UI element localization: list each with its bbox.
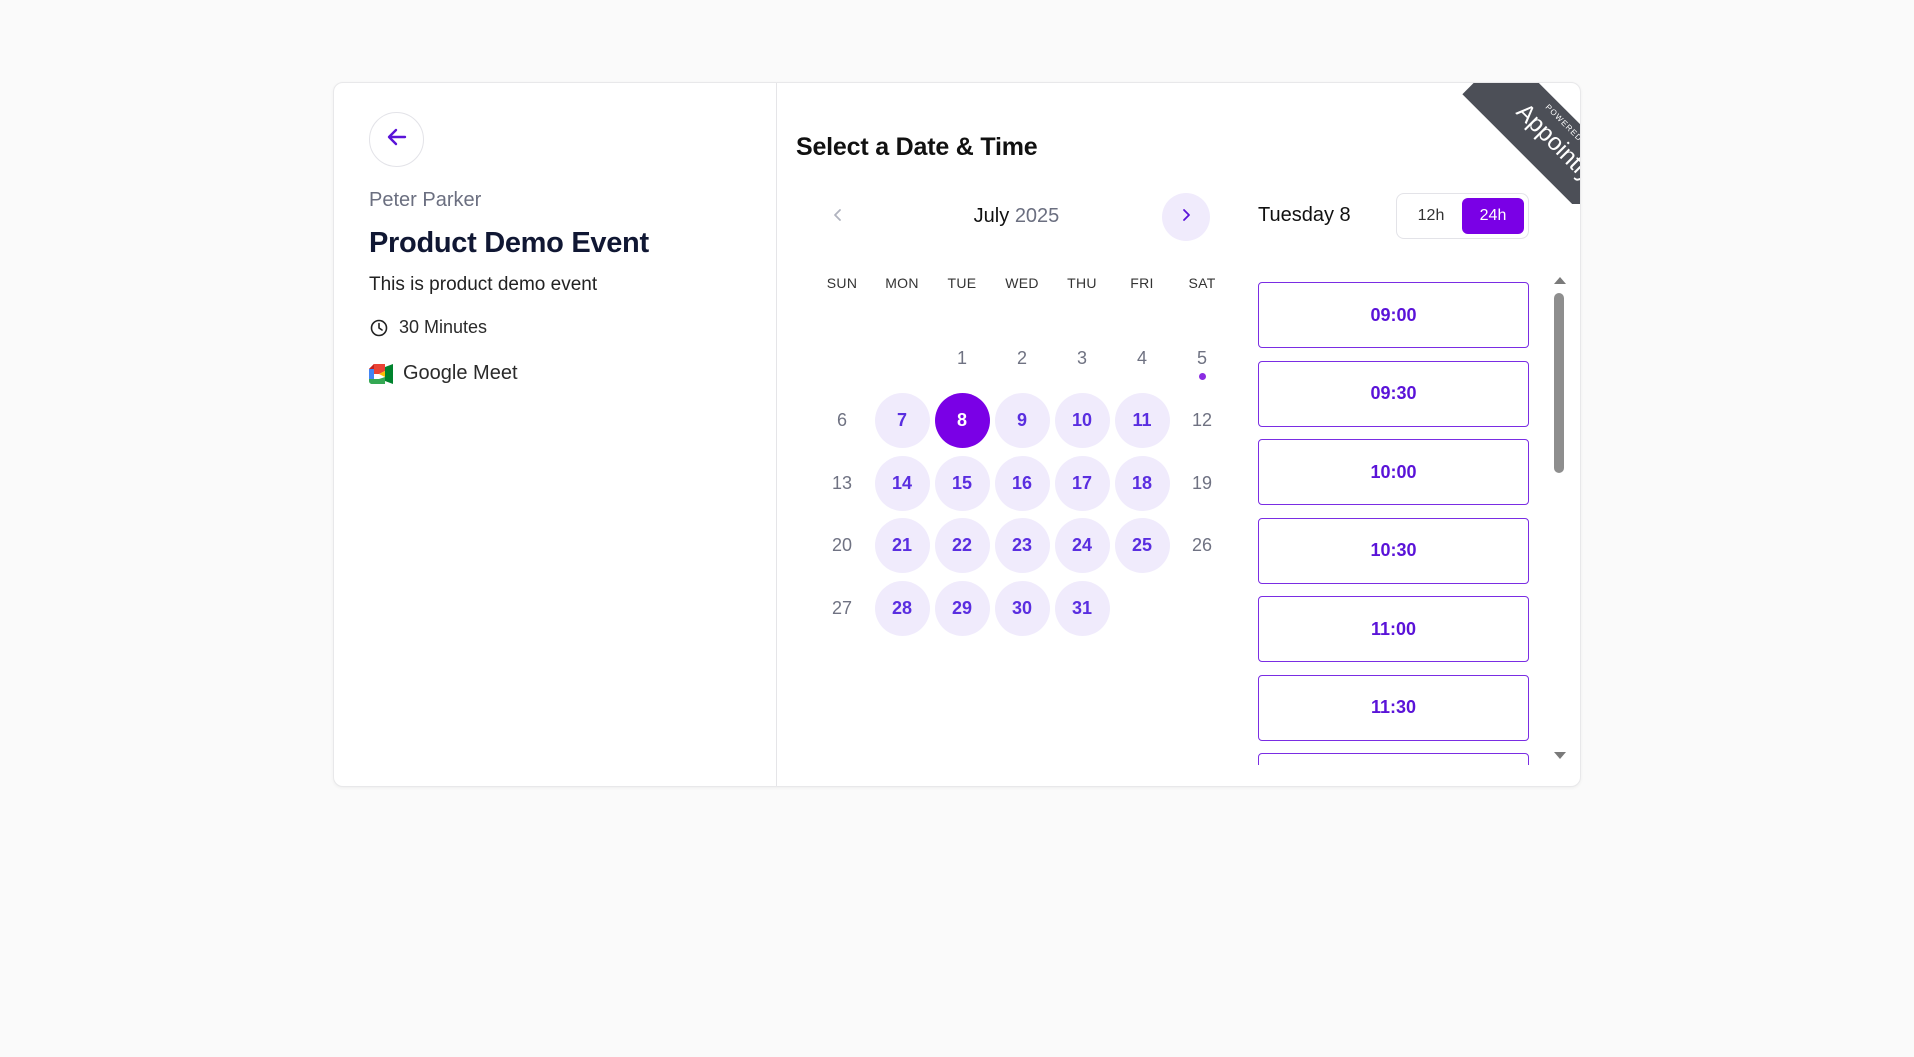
calendar-day[interactable]: 23 xyxy=(994,518,1050,573)
selected-date-label: Tuesday 8 xyxy=(1258,204,1351,226)
time-slot-button[interactable]: 10:00 xyxy=(1258,439,1529,505)
calendar-day: 13 xyxy=(831,472,853,493)
toggle-12h[interactable]: 12h xyxy=(1400,198,1462,234)
event-title: Product Demo Event xyxy=(369,227,649,259)
calendar-day[interactable]: 31 xyxy=(1054,580,1110,636)
time-slot-button[interactable]: 09:00 xyxy=(1258,282,1529,348)
scrollbar-thumb[interactable] xyxy=(1554,293,1564,473)
next-month-button[interactable] xyxy=(1162,193,1210,241)
ribbon-band: POWERED BY Appointly xyxy=(1462,83,1581,204)
calendar-day[interactable]: 18 xyxy=(1114,455,1170,511)
chevron-right-icon xyxy=(1179,208,1193,227)
time-slot-button[interactable]: 10:30 xyxy=(1258,517,1529,584)
weekday-header: SUN MON TUE WED THU FRI SAT xyxy=(812,275,1232,291)
month-label: July 2025 xyxy=(914,205,1119,228)
scroll-up-arrow-icon[interactable] xyxy=(1554,277,1566,284)
clock-icon xyxy=(369,318,389,338)
weekday-label: SUN xyxy=(826,275,858,291)
calendar-day: 19 xyxy=(1191,472,1213,493)
calendar-day: 3 xyxy=(1076,347,1087,368)
calendar-day[interactable]: 10 xyxy=(1054,393,1110,448)
month-navigation: July 2025 xyxy=(814,193,1214,241)
slot-scrollbar[interactable] xyxy=(1551,273,1567,763)
calendar-day-selected[interactable]: 8 xyxy=(934,393,990,448)
weekday-label: MON xyxy=(885,275,919,291)
time-slot-button[interactable]: 11:30 xyxy=(1258,674,1529,741)
calendar-day: 20 xyxy=(831,535,853,555)
time-slot-button[interactable] xyxy=(1258,753,1529,765)
calendar-day: 2 xyxy=(1016,347,1027,368)
calendar-day[interactable]: 11 xyxy=(1114,393,1170,448)
calendar-day[interactable]: 9 xyxy=(994,393,1050,448)
duration-row: 30 Minutes xyxy=(369,317,487,338)
calendar-day[interactable]: 16 xyxy=(994,455,1050,511)
ribbon-brand: Appointly xyxy=(1510,98,1581,188)
time-slot-button[interactable]: 09:30 xyxy=(1258,360,1529,427)
today-indicator-dot xyxy=(1199,372,1206,380)
host-name: Peter Parker xyxy=(369,189,482,211)
event-description: This is product demo event xyxy=(369,274,598,295)
time-slot-button[interactable]: 11:00 xyxy=(1258,596,1529,662)
calendar-day[interactable]: 29 xyxy=(934,580,990,636)
scroll-down-arrow-icon[interactable] xyxy=(1554,752,1566,759)
calendar-day: 5 xyxy=(1175,331,1230,386)
powered-by-ribbon[interactable]: POWERED BY Appointly xyxy=(1462,83,1581,204)
calendar-day[interactable]: 22 xyxy=(934,518,990,573)
calendar-day[interactable]: 24 xyxy=(1054,518,1110,573)
chevron-left-icon xyxy=(831,208,845,227)
calendar-day[interactable]: 30 xyxy=(994,580,1050,636)
calendar-day: 27 xyxy=(831,597,853,618)
back-button[interactable] xyxy=(369,112,424,167)
arrow-left-icon xyxy=(386,126,408,153)
calendar-day: 4 xyxy=(1136,347,1147,368)
calendar-day[interactable]: 7 xyxy=(874,393,930,448)
calendar-day: 12 xyxy=(1191,410,1213,430)
weekday-label: TUE xyxy=(947,275,977,291)
calendar-day[interactable]: 17 xyxy=(1054,455,1110,511)
duration-text: 30 Minutes xyxy=(399,317,488,337)
prev-month-button[interactable] xyxy=(814,193,862,241)
year: 2025 xyxy=(1014,205,1060,227)
time-slot-list: 09:00 09:30 10:00 10:30 11:00 11:30 xyxy=(1258,279,1530,765)
calendar-day[interactable]: 15 xyxy=(934,455,990,511)
weekday-label: FRI xyxy=(1130,275,1154,291)
section-title: Select a Date & Time xyxy=(796,133,1038,161)
booking-card: Peter Parker Product Demo Event This is … xyxy=(333,82,1581,787)
month-name: July xyxy=(973,205,1010,227)
calendar-day[interactable]: 21 xyxy=(874,518,930,573)
google-meet-icon xyxy=(369,363,393,385)
location-text: Google Meet xyxy=(403,362,518,384)
calendar-day[interactable]: 14 xyxy=(874,455,930,511)
calendar-day: 1 xyxy=(956,347,967,368)
location-row: Google Meet xyxy=(369,362,518,385)
calendar-day[interactable]: 25 xyxy=(1114,518,1170,573)
calendar-day: 26 xyxy=(1191,535,1213,555)
event-info-panel: Peter Parker Product Demo Event This is … xyxy=(334,83,777,786)
calendar-day: 6 xyxy=(836,410,847,430)
weekday-label: THU xyxy=(1067,275,1097,291)
calendar-day[interactable]: 28 xyxy=(874,580,930,636)
weekday-label: SAT xyxy=(1188,275,1216,291)
weekday-label: WED xyxy=(1005,275,1039,291)
